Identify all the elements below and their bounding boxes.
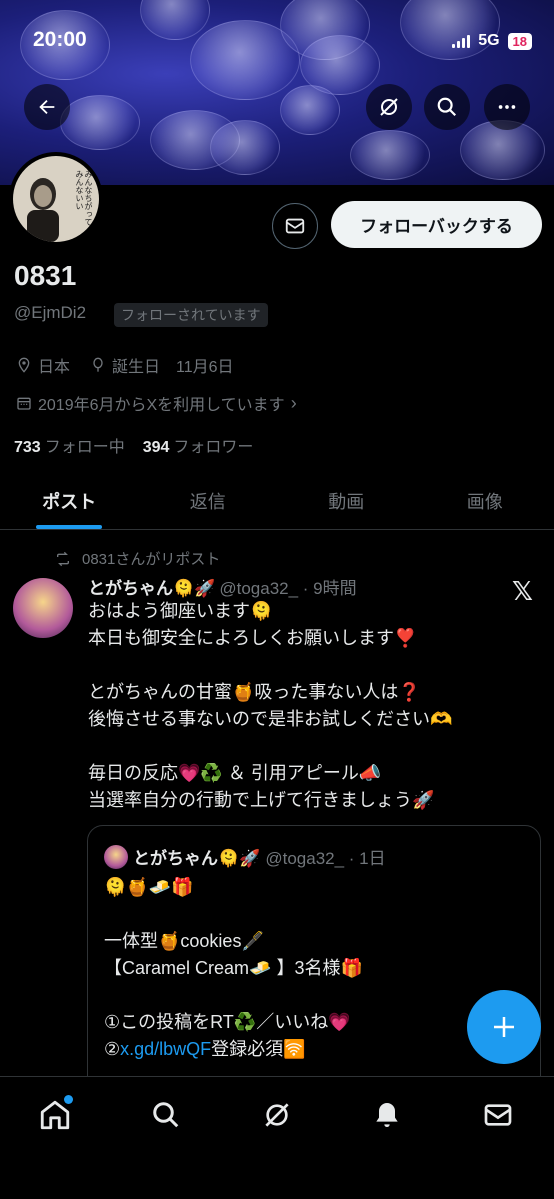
message-button[interactable] bbox=[272, 203, 318, 249]
nav-search[interactable] bbox=[146, 1095, 186, 1135]
more-button[interactable] bbox=[484, 84, 530, 130]
quote-link[interactable]: x.gd/lbwQF bbox=[120, 1039, 211, 1059]
battery-icon: 18 bbox=[507, 32, 532, 50]
follows-you-badge: フォローされています bbox=[114, 303, 268, 327]
compose-button[interactable] bbox=[467, 990, 541, 1064]
followers-link[interactable]: 394 フォロワー bbox=[143, 433, 254, 457]
quote-handle-time: @toga32_ · 1日 bbox=[265, 849, 386, 868]
network-type: 5G bbox=[478, 32, 500, 49]
profile-joined: 2019年6月からXを利用しています bbox=[38, 397, 285, 414]
profile-handle: @EjmDi2 bbox=[14, 303, 87, 322]
tweet-header: とがちゃん🫠🚀 @toga32_ · 9時間 bbox=[88, 574, 357, 599]
profile-joined-row[interactable]: 2019年6月からXを利用しています › bbox=[16, 391, 297, 415]
quote-author-name: とがちゃん🫠🚀 bbox=[133, 849, 261, 868]
repost-label: 0831さんがリポスト bbox=[82, 551, 221, 568]
bottom-navigation bbox=[0, 1076, 554, 1199]
search-icon bbox=[437, 97, 457, 117]
nav-messages[interactable] bbox=[478, 1095, 518, 1135]
following-count: 733 bbox=[14, 439, 41, 456]
chevron-right-icon: › bbox=[290, 392, 297, 413]
tab-videos[interactable]: 動画 bbox=[277, 472, 416, 529]
banner-jellyfish bbox=[60, 95, 140, 150]
quote-header: とがちゃん🫠🚀 @toga32_ · 1日 bbox=[104, 844, 386, 869]
grok-button[interactable] bbox=[366, 84, 412, 130]
profile-meta: 日本 誕生日 11月6日 bbox=[16, 353, 234, 377]
quote-author-avatar bbox=[104, 844, 128, 869]
mail-icon bbox=[484, 1104, 512, 1126]
tab-posts[interactable]: ポスト bbox=[0, 472, 139, 529]
profile-avatar[interactable]: みんなちがって みんないい bbox=[9, 152, 103, 246]
quote-text: 🫠🍯🧈🎁 一体型🍯cookies🖋️ 【Caramel Cream🧈 】3名様🎁… bbox=[104, 874, 524, 1063]
tweet-text: おはよう御座います🫠 本日も御安全によろしくお願いします❣️ とがちゃんの甘蜜🍯… bbox=[88, 601, 453, 810]
following-link[interactable]: 733 フォロー中 bbox=[14, 433, 125, 457]
nav-home[interactable] bbox=[35, 1095, 75, 1135]
tab-images[interactable]: 画像 bbox=[416, 472, 554, 529]
arrow-left-icon bbox=[39, 99, 55, 115]
avatar-image: みんなちがって みんないい bbox=[13, 156, 99, 242]
tweet-author-avatar[interactable] bbox=[13, 578, 73, 638]
nav-grok[interactable] bbox=[257, 1095, 297, 1135]
quote-text-tail: 登録必須🛜 bbox=[211, 1039, 306, 1059]
followers-count: 394 bbox=[142, 439, 170, 456]
follow-stats: 733 フォロー中 394 フォロワー bbox=[14, 433, 253, 457]
grok-icon bbox=[380, 98, 398, 116]
banner-jellyfish bbox=[210, 120, 280, 175]
repost-indicator: 0831さんがリポスト bbox=[54, 548, 220, 569]
profile-tabs: ポスト 返信 動画 画像 bbox=[0, 472, 554, 530]
quote-text-main: 🫠🍯🧈🎁 一体型🍯cookies🖋️ 【Caramel Cream🧈 】3名様🎁… bbox=[104, 877, 363, 1059]
avatar-calligraphy: みんなちがって みんないい bbox=[75, 170, 93, 226]
grok-icon bbox=[265, 1103, 289, 1127]
profile-display-name: 0831 bbox=[14, 260, 77, 291]
balloon-icon bbox=[93, 357, 103, 372]
tab-replies[interactable]: 返信 bbox=[139, 472, 278, 529]
status-time: 20:00 bbox=[33, 28, 87, 51]
banner-jellyfish bbox=[350, 130, 430, 180]
plus-icon bbox=[494, 1017, 514, 1037]
mail-icon bbox=[285, 218, 305, 234]
followers-label: フォロワー bbox=[173, 439, 254, 456]
tweet-author-name[interactable]: とがちゃん🫠🚀 bbox=[88, 574, 215, 599]
more-icon bbox=[498, 105, 516, 109]
tweet-handle-time: @toga32_ · 9時間 bbox=[219, 579, 357, 598]
nav-notifications[interactable] bbox=[367, 1095, 407, 1135]
follow-back-button[interactable]: フォローバックする bbox=[331, 201, 542, 248]
repost-icon bbox=[57, 551, 69, 566]
calendar-icon bbox=[17, 397, 31, 410]
following-label: フォロー中 bbox=[44, 439, 125, 456]
back-button[interactable] bbox=[24, 84, 70, 130]
notification-dot bbox=[64, 1095, 73, 1104]
profile-birthday: 誕生日 11月6日 bbox=[112, 359, 234, 376]
status-bar: 20:00 5G 18 bbox=[0, 28, 554, 58]
search-icon bbox=[153, 1102, 179, 1128]
bell-icon bbox=[376, 1103, 398, 1127]
profile-location: 日本 bbox=[38, 359, 71, 376]
search-button[interactable] bbox=[424, 84, 470, 130]
signal-icon bbox=[452, 34, 471, 48]
location-icon bbox=[18, 357, 30, 373]
banner-jellyfish bbox=[280, 85, 340, 135]
